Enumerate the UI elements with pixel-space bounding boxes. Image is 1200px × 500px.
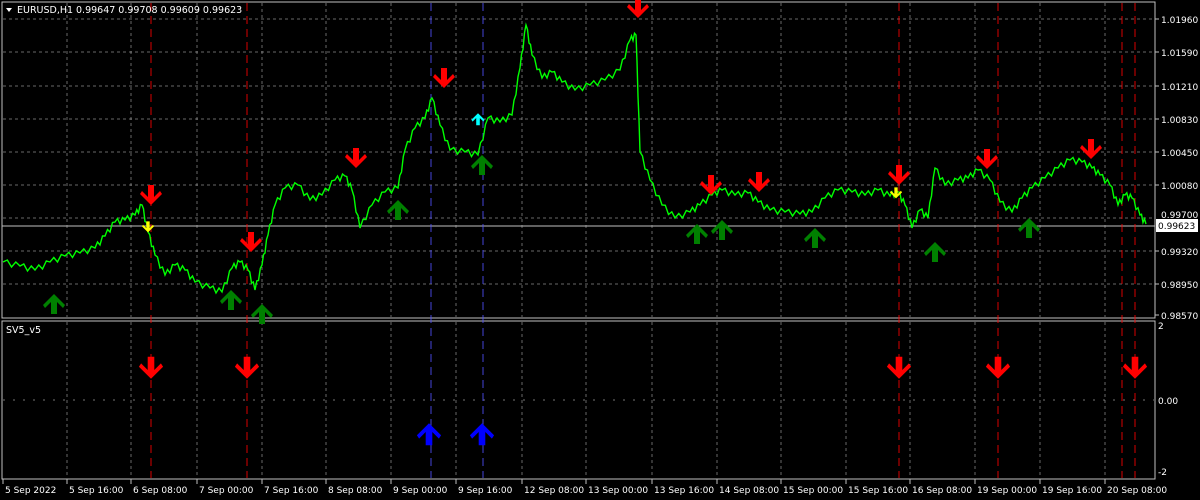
indicator-axis-label: 2 bbox=[1158, 322, 1164, 332]
price-axis-label: 0.98950 bbox=[1161, 281, 1198, 291]
time-axis-label: 19 Sep 16:00 bbox=[1042, 486, 1102, 496]
price-axis-label: 1.01590 bbox=[1161, 49, 1198, 59]
time-axis-label: 12 Sep 08:00 bbox=[524, 486, 584, 496]
current-price-value: 0.99623 bbox=[1158, 222, 1195, 232]
price-axis-label: 1.01210 bbox=[1161, 83, 1198, 93]
time-axis-label: 16 Sep 08:00 bbox=[912, 486, 972, 496]
time-axis-label: 15 Sep 00:00 bbox=[783, 486, 843, 496]
ohlc-values: 0.99647 0.99708 0.99609 0.99623 bbox=[76, 5, 242, 16]
price-axis-label: 1.00450 bbox=[1161, 149, 1198, 159]
time-axis-label: 7 Sep 00:00 bbox=[199, 486, 254, 496]
time-axis-label: 5 Sep 16:00 bbox=[69, 486, 124, 496]
time-axis-label: 9 Sep 16:00 bbox=[458, 486, 513, 496]
time-axis-label: 20 Sep 08:00 bbox=[1107, 486, 1167, 496]
chart-window[interactable]: EURUSD,H1 0.99647 0.99708 0.99609 0.9962… bbox=[0, 0, 1200, 500]
indicator-name: SV5_v5 bbox=[6, 325, 41, 336]
time-axis-label: 13 Sep 16:00 bbox=[654, 486, 714, 496]
time-axis-label: 14 Sep 08:00 bbox=[719, 486, 779, 496]
time-axis-label: 6 Sep 08:00 bbox=[133, 486, 188, 496]
time-axis-label: 5 Sep 2022 bbox=[5, 486, 56, 496]
time-axis-label: 7 Sep 16:00 bbox=[264, 486, 319, 496]
price-axis-label: 0.98570 bbox=[1161, 312, 1198, 322]
time-axis-label: 15 Sep 16:00 bbox=[848, 486, 908, 496]
time-axis-label: 19 Sep 00:00 bbox=[977, 486, 1037, 496]
time-axis-label: 13 Sep 00:00 bbox=[588, 486, 648, 496]
price-axis-label: 1.00830 bbox=[1161, 116, 1198, 126]
symbol-timeframe: EURUSD,H1 bbox=[17, 5, 73, 16]
price-axis-label: 0.99700 bbox=[1161, 211, 1198, 221]
price-axis-label: 0.99320 bbox=[1161, 248, 1198, 258]
indicator-axis-label: -2 bbox=[1158, 468, 1167, 478]
price-axis-label: 1.00080 bbox=[1161, 182, 1198, 192]
price-axis-label: 1.01960 bbox=[1161, 16, 1198, 26]
time-axis-label: 8 Sep 08:00 bbox=[328, 486, 383, 496]
indicator-axis-label: 0.00 bbox=[1158, 397, 1178, 407]
time-axis-label: 9 Sep 00:00 bbox=[393, 486, 448, 496]
